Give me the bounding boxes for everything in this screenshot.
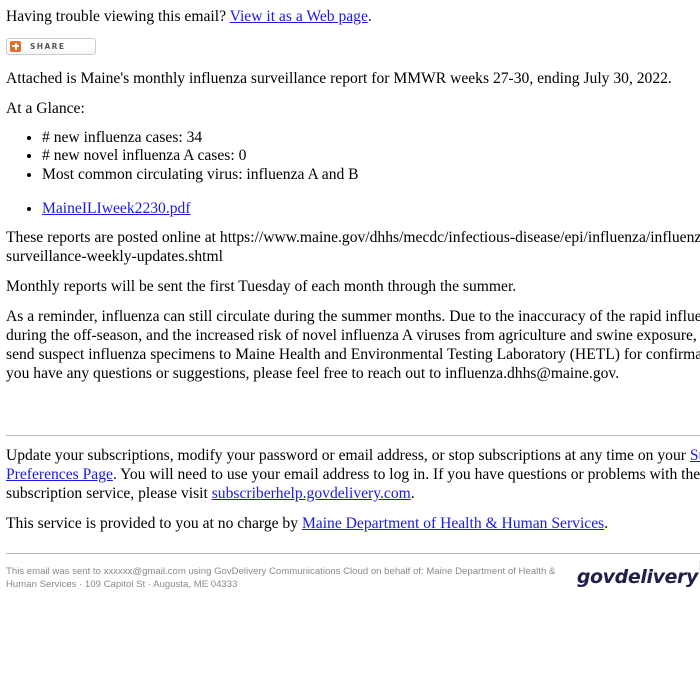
intro-paragraph-wrap: Attached is Maine's monthly influenza su…	[6, 59, 700, 89]
reminder-paragraph: As a reminder, influenza can still circu…	[6, 307, 700, 382]
list-item: # new influenza cases: 34	[42, 129, 700, 148]
list-item: Most common circulating virus: influenza…	[42, 166, 700, 185]
glance-list-wrap: # new influenza cases: 34 # new novel in…	[6, 119, 700, 218]
list-item: MaineILIweek2230.pdf	[42, 200, 700, 219]
subscription-paragraph: Update your subscriptions, modify your p…	[6, 447, 700, 504]
at-a-glance-heading: At a Glance:	[6, 99, 85, 117]
trouble-text-before: Having trouble viewing this email?	[6, 8, 230, 25]
attachment-link-pdf[interactable]: MaineILIweek2230.pdf	[42, 200, 191, 217]
monthly-note-wrap: Monthly reports will be sent the first T…	[6, 267, 700, 297]
posted-online-wrap: These reports are posted online at https…	[6, 218, 700, 267]
share-button[interactable]: SHARE	[6, 37, 96, 55]
subscription-wrap: Update your subscriptions, modify your p…	[6, 436, 700, 504]
subscription-text-1: Update your subscriptions, modify your p…	[6, 447, 690, 465]
maine-dhhs-link[interactable]: Maine Department of Health & Human Servi…	[302, 515, 604, 532]
trouble-text-after: .	[367, 8, 372, 25]
monthly-reports-paragraph: Monthly reports will be sent the first T…	[6, 277, 517, 295]
share-row: SHARE	[6, 27, 700, 59]
govdelivery-logo-text: govdelivery	[576, 566, 699, 589]
footer-spacer-bottom	[6, 534, 700, 553]
view-web-page-row: Having trouble viewing this email? View …	[6, 0, 700, 27]
glance-heading-wrap: At a Glance:	[6, 89, 700, 119]
subscriber-help-link[interactable]: subscriberhelp.govdelivery.com	[212, 485, 411, 502]
reminder-wrap: As a reminder, influenza can still circu…	[6, 297, 700, 384]
list-separator	[6, 185, 700, 200]
attachment-list: MaineILIweek2230.pdf	[6, 200, 700, 219]
service-note-wrap: This service is provided to you at no ch…	[6, 504, 700, 534]
share-plus-icon	[10, 40, 21, 52]
subscription-text-3: .	[410, 485, 415, 503]
footer-spacer	[6, 383, 700, 435]
service-note-paragraph: This service is provided to you at no ch…	[6, 515, 700, 534]
footer-row: This email was sent to xxxxxx@gmail.com …	[6, 554, 700, 591]
govdelivery-logo: govdelivery	[576, 561, 700, 589]
trouble-viewing-line: Having trouble viewing this email? View …	[6, 8, 700, 27]
posted-online-paragraph: These reports are posted online at https…	[6, 229, 700, 265]
footer-sent-notice: This email was sent to xxxxxx@gmail.com …	[6, 566, 556, 590]
intro-paragraph: Attached is Maine's monthly influenza su…	[6, 69, 672, 87]
list-item: # new novel influenza A cases: 0	[42, 147, 700, 166]
email-viewport: Having trouble viewing this email? View …	[0, 0, 700, 676]
at-a-glance-list: # new influenza cases: 34 # new novel in…	[6, 129, 700, 185]
email-body: Having trouble viewing this email? View …	[0, 0, 700, 591]
service-note-text-before: This service is provided to you at no ch…	[6, 515, 302, 533]
share-button-label: SHARE	[30, 41, 66, 51]
service-note-text-after: .	[604, 515, 609, 533]
view-as-web-page-link[interactable]: View it as a Web page	[230, 8, 368, 25]
